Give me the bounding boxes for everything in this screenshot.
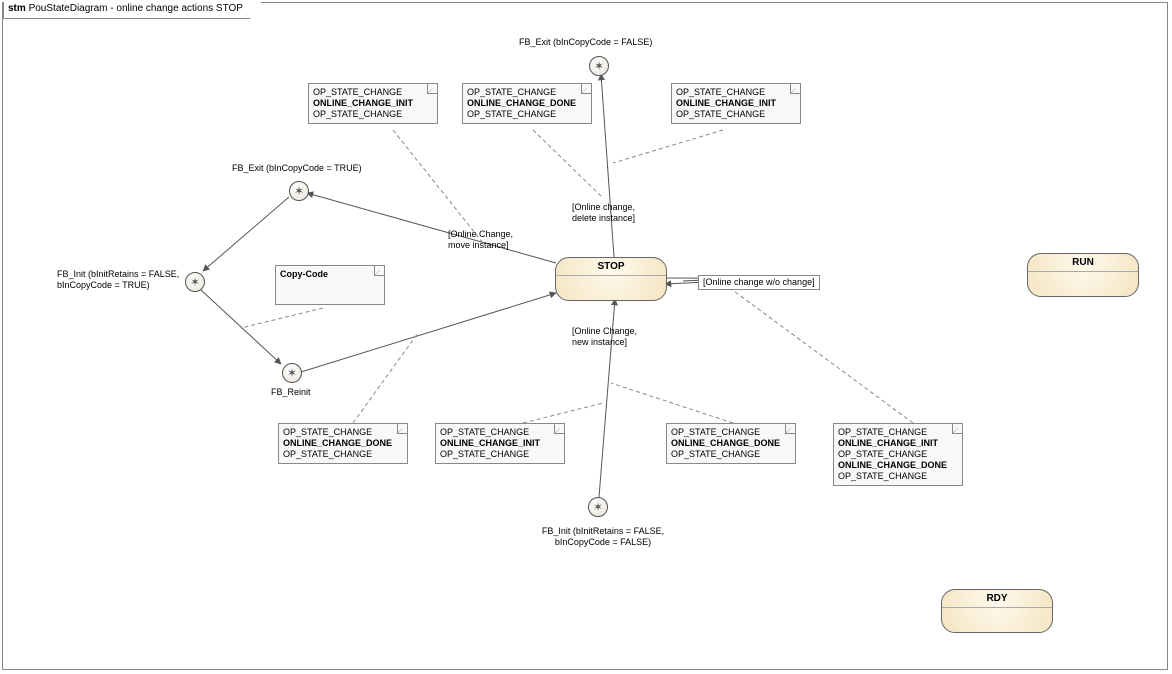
note-n7-l2: ONLINE_CHANGE_INIT <box>838 438 958 449</box>
label-fb-exit-false: FB_Exit (bInCopyCode = FALSE) <box>519 37 652 48</box>
note-copy-code-l1: Copy-Code <box>280 269 380 280</box>
state-rdy-label: RDY <box>942 590 1052 604</box>
state-run-label: RUN <box>1028 254 1138 268</box>
note-n5-l1: OP_STATE_CHANGE <box>440 427 529 437</box>
note-n7-l3: OP_STATE_CHANGE <box>838 449 927 459</box>
note-n7: OP_STATE_CHANGE ONLINE_CHANGE_INIT OP_ST… <box>833 423 963 486</box>
guard-move-l2: move instance] <box>448 240 509 251</box>
note-n4-l2: ONLINE_CHANGE_DONE <box>283 438 403 449</box>
note-n1: OP_STATE_CHANGE ONLINE_CHANGE_INIT OP_ST… <box>308 83 438 124</box>
note-n2-l2: ONLINE_CHANGE_DONE <box>467 98 587 109</box>
label-fb-init-false-l1: FB_Init (bInitRetains = FALSE, <box>538 526 668 537</box>
note-n2-l3: OP_STATE_CHANGE <box>467 109 556 119</box>
note-n7-l5: OP_STATE_CHANGE <box>838 471 927 481</box>
pseudo-fb-reinit: ✶ <box>282 363 302 383</box>
note-n4-l1: OP_STATE_CHANGE <box>283 427 372 437</box>
title-main: PouStateDiagram - online change actions … <box>29 3 243 14</box>
note-n6-l3: OP_STATE_CHANGE <box>671 449 760 459</box>
note-n6-l2: ONLINE_CHANGE_DONE <box>671 438 791 449</box>
note-n3-l1: OP_STATE_CHANGE <box>676 87 765 97</box>
note-n2: OP_STATE_CHANGE ONLINE_CHANGE_DONE OP_ST… <box>462 83 592 124</box>
guard-new-l2: new instance] <box>572 337 627 348</box>
pseudo-fb-init-false: ✶ <box>588 497 608 517</box>
pseudo-fb-init-true: ✶ <box>185 272 205 292</box>
state-stop: STOP <box>555 257 667 301</box>
note-n1-l2: ONLINE_CHANGE_INIT <box>313 98 433 109</box>
guard-move-l1: [Online Change, <box>448 229 513 240</box>
guard-delete-l1: [Online change, <box>572 202 635 213</box>
guard-delete-l2: delete instance] <box>572 213 635 224</box>
note-n7-l1: OP_STATE_CHANGE <box>838 427 927 437</box>
pseudo-fb-exit-false: ✶ <box>589 56 609 76</box>
label-fb-reinit: FB_Reinit <box>271 387 311 398</box>
label-fb-init-false-l2: bInCopyCode = FALSE) <box>538 537 668 548</box>
guard-self-loop: [Online change w/o change] <box>698 275 820 290</box>
note-n5: OP_STATE_CHANGE ONLINE_CHANGE_INIT OP_ST… <box>435 423 565 464</box>
note-n6-l1: OP_STATE_CHANGE <box>671 427 760 437</box>
label-fb-exit-true: FB_Exit (bInCopyCode = TRUE) <box>232 163 362 174</box>
note-n5-l2: ONLINE_CHANGE_INIT <box>440 438 560 449</box>
diagram-title-tab: stm PouStateDiagram - online change acti… <box>3 2 262 19</box>
label-fb-init-true-l2: bInCopyCode = TRUE) <box>57 280 150 291</box>
state-rdy: RDY <box>941 589 1053 633</box>
note-n7-l4: ONLINE_CHANGE_DONE <box>838 460 958 471</box>
note-n1-l1: OP_STATE_CHANGE <box>313 87 402 97</box>
note-n3-l2: ONLINE_CHANGE_INIT <box>676 98 796 109</box>
note-n4: OP_STATE_CHANGE ONLINE_CHANGE_DONE OP_ST… <box>278 423 408 464</box>
state-run: RUN <box>1027 253 1139 297</box>
note-n3: OP_STATE_CHANGE ONLINE_CHANGE_INIT OP_ST… <box>671 83 801 124</box>
note-n2-l1: OP_STATE_CHANGE <box>467 87 556 97</box>
label-fb-init-true-l1: FB_Init (bInitRetains = FALSE, <box>57 269 179 280</box>
state-stop-label: STOP <box>556 258 666 272</box>
note-copy-code: Copy-Code <box>275 265 385 305</box>
title-prefix: stm <box>8 3 26 14</box>
diagram-frame: stm PouStateDiagram - online change acti… <box>2 2 1168 670</box>
note-n5-l3: OP_STATE_CHANGE <box>440 449 529 459</box>
note-n6: OP_STATE_CHANGE ONLINE_CHANGE_DONE OP_ST… <box>666 423 796 464</box>
guard-new-l1: [Online Change, <box>572 326 637 337</box>
pseudo-fb-exit-true: ✶ <box>289 181 309 201</box>
note-n3-l3: OP_STATE_CHANGE <box>676 109 765 119</box>
note-n1-l3: OP_STATE_CHANGE <box>313 109 402 119</box>
note-n4-l3: OP_STATE_CHANGE <box>283 449 372 459</box>
